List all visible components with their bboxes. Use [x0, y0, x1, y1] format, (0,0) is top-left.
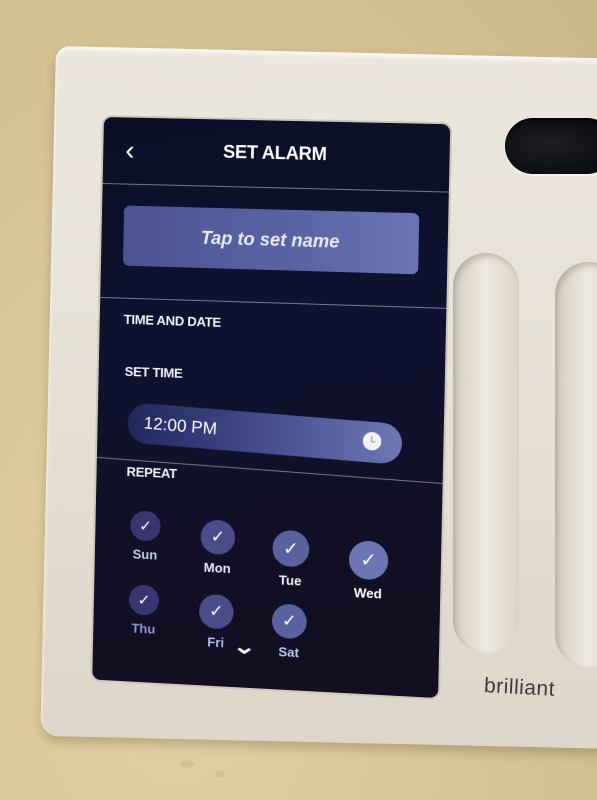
day-toggle-mon[interactable]: ✓ Mon: [187, 519, 249, 577]
time-picker-field[interactable]: 12:00 PM: [126, 402, 404, 465]
repeat-label: REPEAT: [126, 464, 177, 482]
checkmark-icon: ✓: [272, 529, 310, 568]
set-name-button[interactable]: Tap to set name: [122, 205, 420, 275]
camera-sensor-window: [505, 118, 597, 174]
checkmark-icon: ✓: [348, 540, 389, 581]
wall-blemish: [180, 760, 194, 768]
checkmark-icon: ✓: [198, 593, 234, 630]
light-switch-slider-1[interactable]: [453, 253, 519, 653]
day-label: Sun: [132, 546, 158, 563]
time-value: 12:00 PM: [143, 413, 218, 439]
day-toggle-sun[interactable]: ✓ Sun: [115, 510, 176, 564]
brand-logo: brilliant: [483, 674, 556, 701]
page-title: SET ALARM: [222, 141, 327, 165]
day-label: Mon: [203, 559, 231, 577]
section-time-and-date: TIME AND DATE: [123, 311, 222, 330]
checkmark-icon: ✓: [130, 510, 161, 542]
day-toggle-tue[interactable]: ✓ Tue: [259, 529, 321, 589]
set-time-label: SET TIME: [124, 363, 183, 381]
chevron-down-icon[interactable]: ⌄: [232, 634, 256, 660]
checkmark-icon: ✓: [271, 603, 308, 640]
day-toggle-thu[interactable]: ✓ Thu: [113, 584, 174, 638]
clock-icon: [362, 431, 382, 452]
light-switch-slider-2[interactable]: [555, 262, 597, 667]
day-label: Wed: [353, 584, 383, 602]
wall-blemish: [215, 770, 225, 777]
day-toggle-sat[interactable]: ✓ Sat: [258, 603, 320, 662]
touchscreen: ‹ SET ALARM Tap to set name TIME AND DAT…: [92, 117, 451, 699]
day-toggle-wed[interactable]: ✓ Wed: [337, 540, 400, 603]
checkmark-icon: ✓: [128, 584, 160, 616]
day-label: Thu: [131, 620, 156, 637]
day-label: Sat: [278, 644, 300, 661]
day-label: Tue: [278, 572, 302, 589]
header: ‹ SET ALARM: [103, 117, 451, 192]
section-divider: [100, 296, 447, 309]
checkmark-icon: ✓: [200, 519, 236, 556]
